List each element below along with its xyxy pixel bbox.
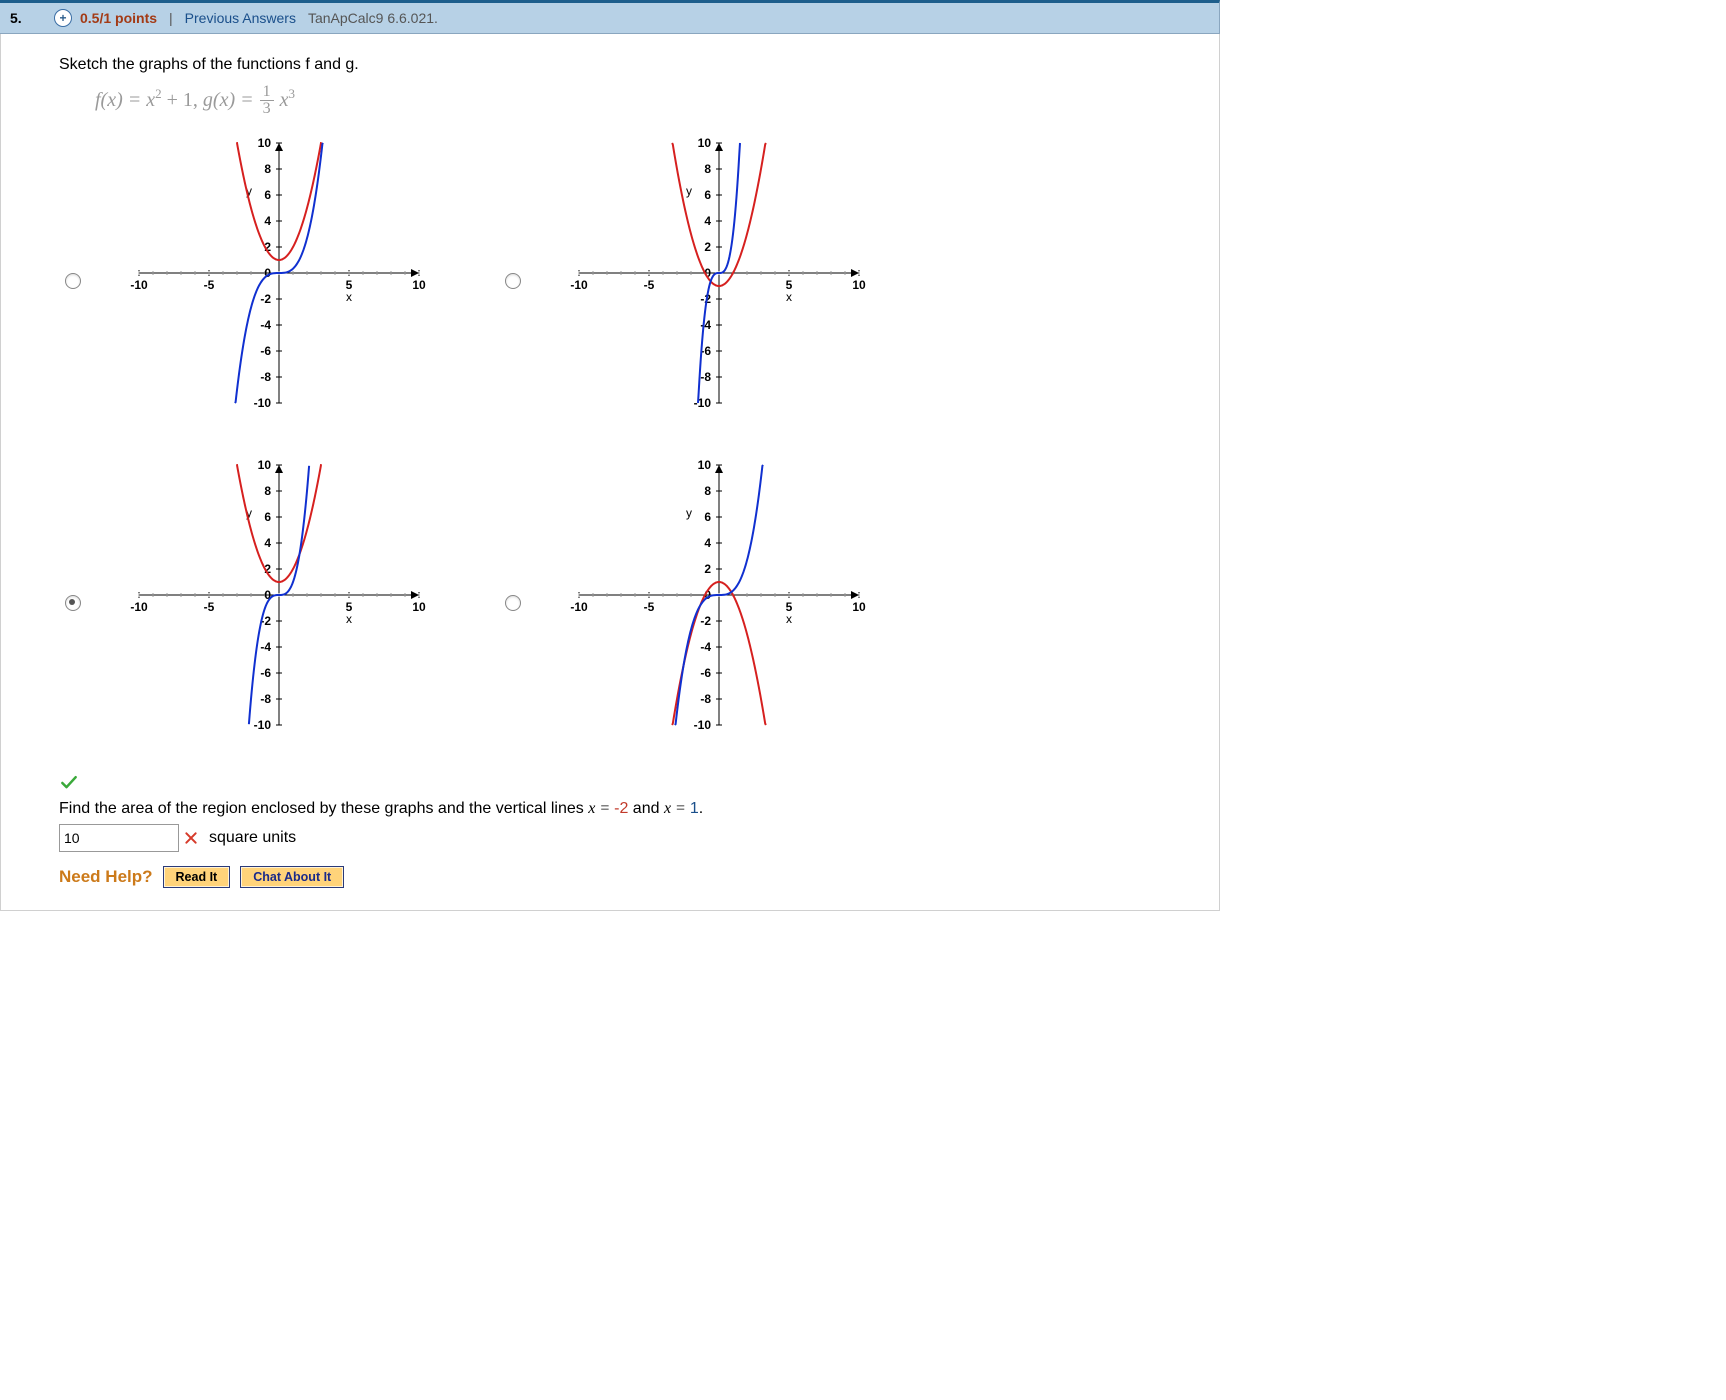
textbook-reference: TanApCalc9 6.6.021. [308,10,438,26]
svg-text:-4: -4 [260,640,271,654]
svg-text:y: y [686,506,692,520]
svg-text:-5: -5 [204,278,215,292]
svg-text:y: y [686,184,692,198]
correct-icon [59,773,1197,796]
answer-row: square units [59,824,1197,852]
svg-text:6: 6 [264,510,271,524]
svg-text:6: 6 [264,188,271,202]
svg-text:6: 6 [704,188,711,202]
incorrect-icon [183,830,199,846]
separator: | [169,10,173,26]
svg-text:-10: -10 [570,278,588,292]
prompt-text: Sketch the graphs of the functions f and… [59,56,1197,74]
svg-text:10: 10 [698,458,712,472]
svg-text:x: x [346,290,352,304]
need-help-row: Need Help? Read It Chat About It [59,866,1197,888]
read-it-button[interactable]: Read It [163,866,231,888]
radio-option-c[interactable] [65,595,81,611]
svg-text:-4: -4 [700,640,711,654]
svg-text:-10: -10 [254,396,272,410]
svg-text:-5: -5 [644,278,655,292]
svg-text:x: x [346,612,352,626]
svg-text:-2: -2 [260,292,271,306]
graph-option-c[interactable]: -10-5510-10-8-6-4-20246810xy [93,453,493,753]
svg-text:-10: -10 [694,718,712,732]
area-answer-input[interactable] [59,824,179,852]
svg-text:8: 8 [264,162,271,176]
svg-text:-2: -2 [700,614,711,628]
svg-text:-8: -8 [260,692,271,706]
svg-text:-10: -10 [254,718,272,732]
svg-text:-5: -5 [644,600,655,614]
svg-text:10: 10 [412,278,426,292]
svg-text:4: 4 [264,536,271,550]
svg-text:10: 10 [258,458,272,472]
need-help-label: Need Help? [59,867,153,887]
svg-text:-10: -10 [130,600,148,614]
svg-text:6: 6 [704,510,711,524]
radio-option-a[interactable] [65,273,81,289]
svg-text:10: 10 [698,136,712,150]
find-area-text: Find the area of the region enclosed by … [59,800,1197,818]
svg-text:-10: -10 [130,278,148,292]
points-text: 0.5/1 points [80,10,157,26]
graph-options: -10-5510-10-8-6-4-20246810xy -10-5510-10… [59,131,1197,753]
svg-text:10: 10 [852,278,866,292]
graph-option-d[interactable]: -10-5510-10-8-6-4-20246810xy [533,453,933,753]
graph-option-a[interactable]: -10-5510-10-8-6-4-20246810xy [93,131,493,431]
svg-text:4: 4 [704,536,711,550]
graph-option-b[interactable]: -10-5510-10-8-6-4-20246810xy [533,131,933,431]
svg-text:-8: -8 [700,692,711,706]
svg-text:8: 8 [264,484,271,498]
question-header: 5. + 0.5/1 points | Previous Answers Tan… [0,0,1220,34]
svg-text:8: 8 [704,484,711,498]
units-label: square units [209,829,296,847]
svg-text:-5: -5 [204,600,215,614]
svg-text:-10: -10 [570,600,588,614]
previous-answers-link[interactable]: Previous Answers [185,10,296,26]
svg-text:10: 10 [258,136,272,150]
svg-text:2: 2 [704,562,711,576]
chat-about-it-button[interactable]: Chat About It [240,866,344,888]
svg-text:8: 8 [704,162,711,176]
svg-text:x: x [786,290,792,304]
radio-option-b[interactable] [505,273,521,289]
radio-option-d[interactable] [505,595,521,611]
svg-text:-4: -4 [700,318,711,332]
question-number: 5. [10,10,46,26]
svg-text:-8: -8 [260,370,271,384]
svg-text:-4: -4 [260,318,271,332]
expand-icon[interactable]: + [54,9,72,27]
fraction: 1 3 [260,84,274,117]
svg-text:10: 10 [412,600,426,614]
formula: f(x) = x2 + 1, g(x) = 1 3 x3 [95,84,1197,117]
question-body: Sketch the graphs of the functions f and… [0,34,1220,911]
svg-text:-8: -8 [700,370,711,384]
svg-text:x: x [786,612,792,626]
svg-text:-6: -6 [260,666,271,680]
svg-text:10: 10 [852,600,866,614]
svg-text:-10: -10 [694,396,712,410]
svg-text:2: 2 [704,240,711,254]
svg-text:4: 4 [704,214,711,228]
svg-text:-6: -6 [260,344,271,358]
svg-text:4: 4 [264,214,271,228]
svg-text:-6: -6 [700,666,711,680]
